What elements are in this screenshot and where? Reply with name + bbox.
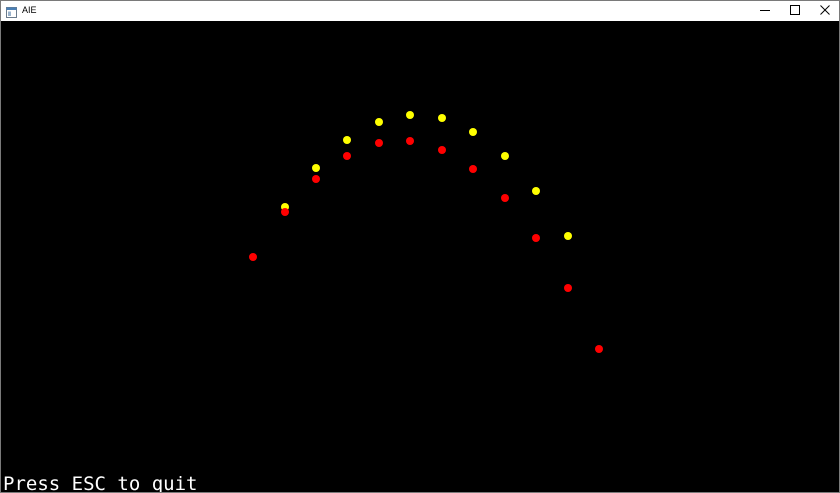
particle-scene (249, 111, 603, 353)
red-trajectory-dot (406, 137, 414, 145)
red-trajectory-dot (281, 208, 289, 216)
yellow-trajectory-dot (438, 114, 446, 122)
title-bar[interactable]: AIE (1, 1, 839, 21)
close-button[interactable] (810, 1, 840, 21)
red-trajectory-dot (564, 284, 572, 292)
game-canvas[interactable]: Press ESC to quit (1, 21, 839, 492)
red-trajectory-dot (501, 194, 509, 202)
yellow-trajectory-dot (343, 136, 351, 144)
red-trajectory-dot (249, 253, 257, 261)
red-trajectory-dot (375, 139, 383, 147)
yellow-trajectory-dot (469, 128, 477, 136)
red-trajectory-dot (343, 152, 351, 160)
red-trajectory-dot (532, 234, 540, 242)
yellow-trajectory-dot (501, 152, 509, 160)
quit-hint-text: Press ESC to quit (3, 473, 198, 492)
maximize-icon (790, 2, 800, 20)
red-trajectory-dot (312, 175, 320, 183)
yellow-trajectory-dot (375, 118, 383, 126)
close-icon (820, 2, 830, 20)
yellow-trajectory-dot (532, 187, 540, 195)
app-window: AIE Press ESC to quit (0, 0, 840, 493)
minimize-button[interactable] (750, 1, 780, 21)
app-window-icon (6, 5, 17, 18)
window-title: AIE (22, 5, 37, 15)
yellow-trajectory-dot (312, 164, 320, 172)
red-trajectory-dot (469, 165, 477, 173)
minimize-icon (760, 2, 770, 20)
maximize-button[interactable] (780, 1, 810, 21)
yellow-trajectory-dot (564, 232, 572, 240)
red-trajectory-dot (595, 345, 603, 353)
yellow-trajectory-dot (406, 111, 414, 119)
red-trajectory-dot (438, 146, 446, 154)
